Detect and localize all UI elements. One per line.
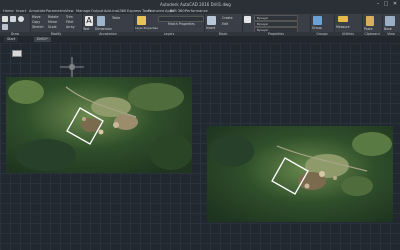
crosshair-cursor <box>60 57 84 77</box>
tab-bim360[interactable]: BIM 360 <box>170 9 185 13</box>
tab-a360[interactable]: A360 <box>117 9 126 13</box>
tab-performance[interactable]: Performance <box>185 9 208 13</box>
close-icon[interactable]: ✕ <box>391 1 399 7</box>
paste-icon[interactable] <box>366 16 374 26</box>
trim-button[interactable]: Trim <box>66 15 73 19</box>
base-icon[interactable] <box>385 16 395 26</box>
table-button[interactable]: Table <box>112 16 120 20</box>
dimension-icon[interactable] <box>97 16 105 26</box>
minimize-icon[interactable]: – <box>374 1 382 7</box>
aerial-image-left[interactable] <box>6 77 192 173</box>
line-icon[interactable] <box>2 16 8 22</box>
draw-panel: Draw <box>0 14 31 36</box>
annotation-panel: A Text Dimension Table Annotation <box>82 14 135 36</box>
tab-addins[interactable]: Add-ins <box>104 9 117 13</box>
tab-start[interactable]: Start <box>4 37 19 42</box>
layer-properties-button[interactable]: Layer Properties <box>135 26 158 30</box>
base-button[interactable]: Base <box>384 27 392 31</box>
tab-home[interactable]: Home <box>3 9 14 13</box>
group-button[interactable]: Group <box>312 26 322 30</box>
mirror-button[interactable]: Mirror <box>48 20 57 24</box>
document-tabs: Start Drill1* <box>0 36 400 43</box>
arc-icon[interactable] <box>2 24 8 30</box>
layers-panel: Layer Properties Match Properties Layers <box>134 14 205 36</box>
tab-insert[interactable]: Insert <box>16 9 26 13</box>
match-properties-button[interactable]: Match Properties <box>168 22 195 26</box>
aerial-image-right[interactable] <box>207 126 393 222</box>
text-icon[interactable]: A <box>85 16 93 26</box>
fillet-button[interactable]: Fillet <box>66 20 73 24</box>
tab-view[interactable]: View <box>65 9 74 13</box>
scale-button[interactable]: Scale <box>48 25 57 29</box>
copy-button[interactable]: Copy <box>32 20 40 24</box>
utilities-panel: Measure Utilities <box>334 14 363 36</box>
clipboard-panel: Paste Clipboard <box>362 14 383 36</box>
layer-properties-icon[interactable] <box>137 16 146 25</box>
insert-icon[interactable] <box>207 16 216 25</box>
block-panel: Insert Create Edit Block <box>204 14 243 36</box>
viewport-controls-icon[interactable] <box>12 50 22 57</box>
tab-annotate[interactable]: Annotate <box>29 9 45 13</box>
measure-button[interactable]: Measure <box>336 25 350 29</box>
modify-panel: Move Rotate Trim Copy Mirror Fillet Stre… <box>30 14 83 36</box>
tab-output[interactable]: Output <box>91 9 103 13</box>
array-button[interactable]: Array <box>66 25 75 29</box>
rotate-button[interactable]: Rotate <box>48 15 58 19</box>
polyline-icon[interactable] <box>10 16 16 22</box>
circle-icon[interactable] <box>18 16 24 22</box>
dimension-button[interactable]: Dimension <box>95 27 112 31</box>
view-panel: Base View <box>382 14 400 36</box>
measure-icon[interactable] <box>338 16 348 22</box>
tab-manage[interactable]: Manage <box>76 9 90 13</box>
properties-panel: ByLayer ByLayer ByLayer Properties <box>242 14 311 36</box>
insert-button[interactable]: Insert <box>206 26 215 30</box>
window-title: Autodesk AutoCAD 2016 Drill1.dwg <box>160 1 231 7</box>
color-swatch-icon[interactable] <box>244 16 251 23</box>
title-bar: Autodesk AutoCAD 2016 Drill1.dwg – □ ✕ <box>0 0 400 8</box>
paste-button[interactable]: Paste <box>364 27 373 31</box>
create-button[interactable]: Create <box>222 16 233 20</box>
stretch-button[interactable]: Stretch <box>32 25 44 29</box>
tab-drill1[interactable]: Drill1* <box>34 37 51 42</box>
move-button[interactable]: Move <box>32 15 41 19</box>
group-icon[interactable] <box>313 16 322 25</box>
text-button[interactable]: Text <box>83 27 89 31</box>
edit-button[interactable]: Edit <box>222 22 228 26</box>
groups-panel: Group Groups <box>310 14 335 36</box>
maximize-icon[interactable]: □ <box>382 1 390 7</box>
ribbon: Draw Move Rotate Trim Copy Mirror Fillet… <box>0 14 400 36</box>
tab-parametric[interactable]: Parametric <box>46 9 65 13</box>
